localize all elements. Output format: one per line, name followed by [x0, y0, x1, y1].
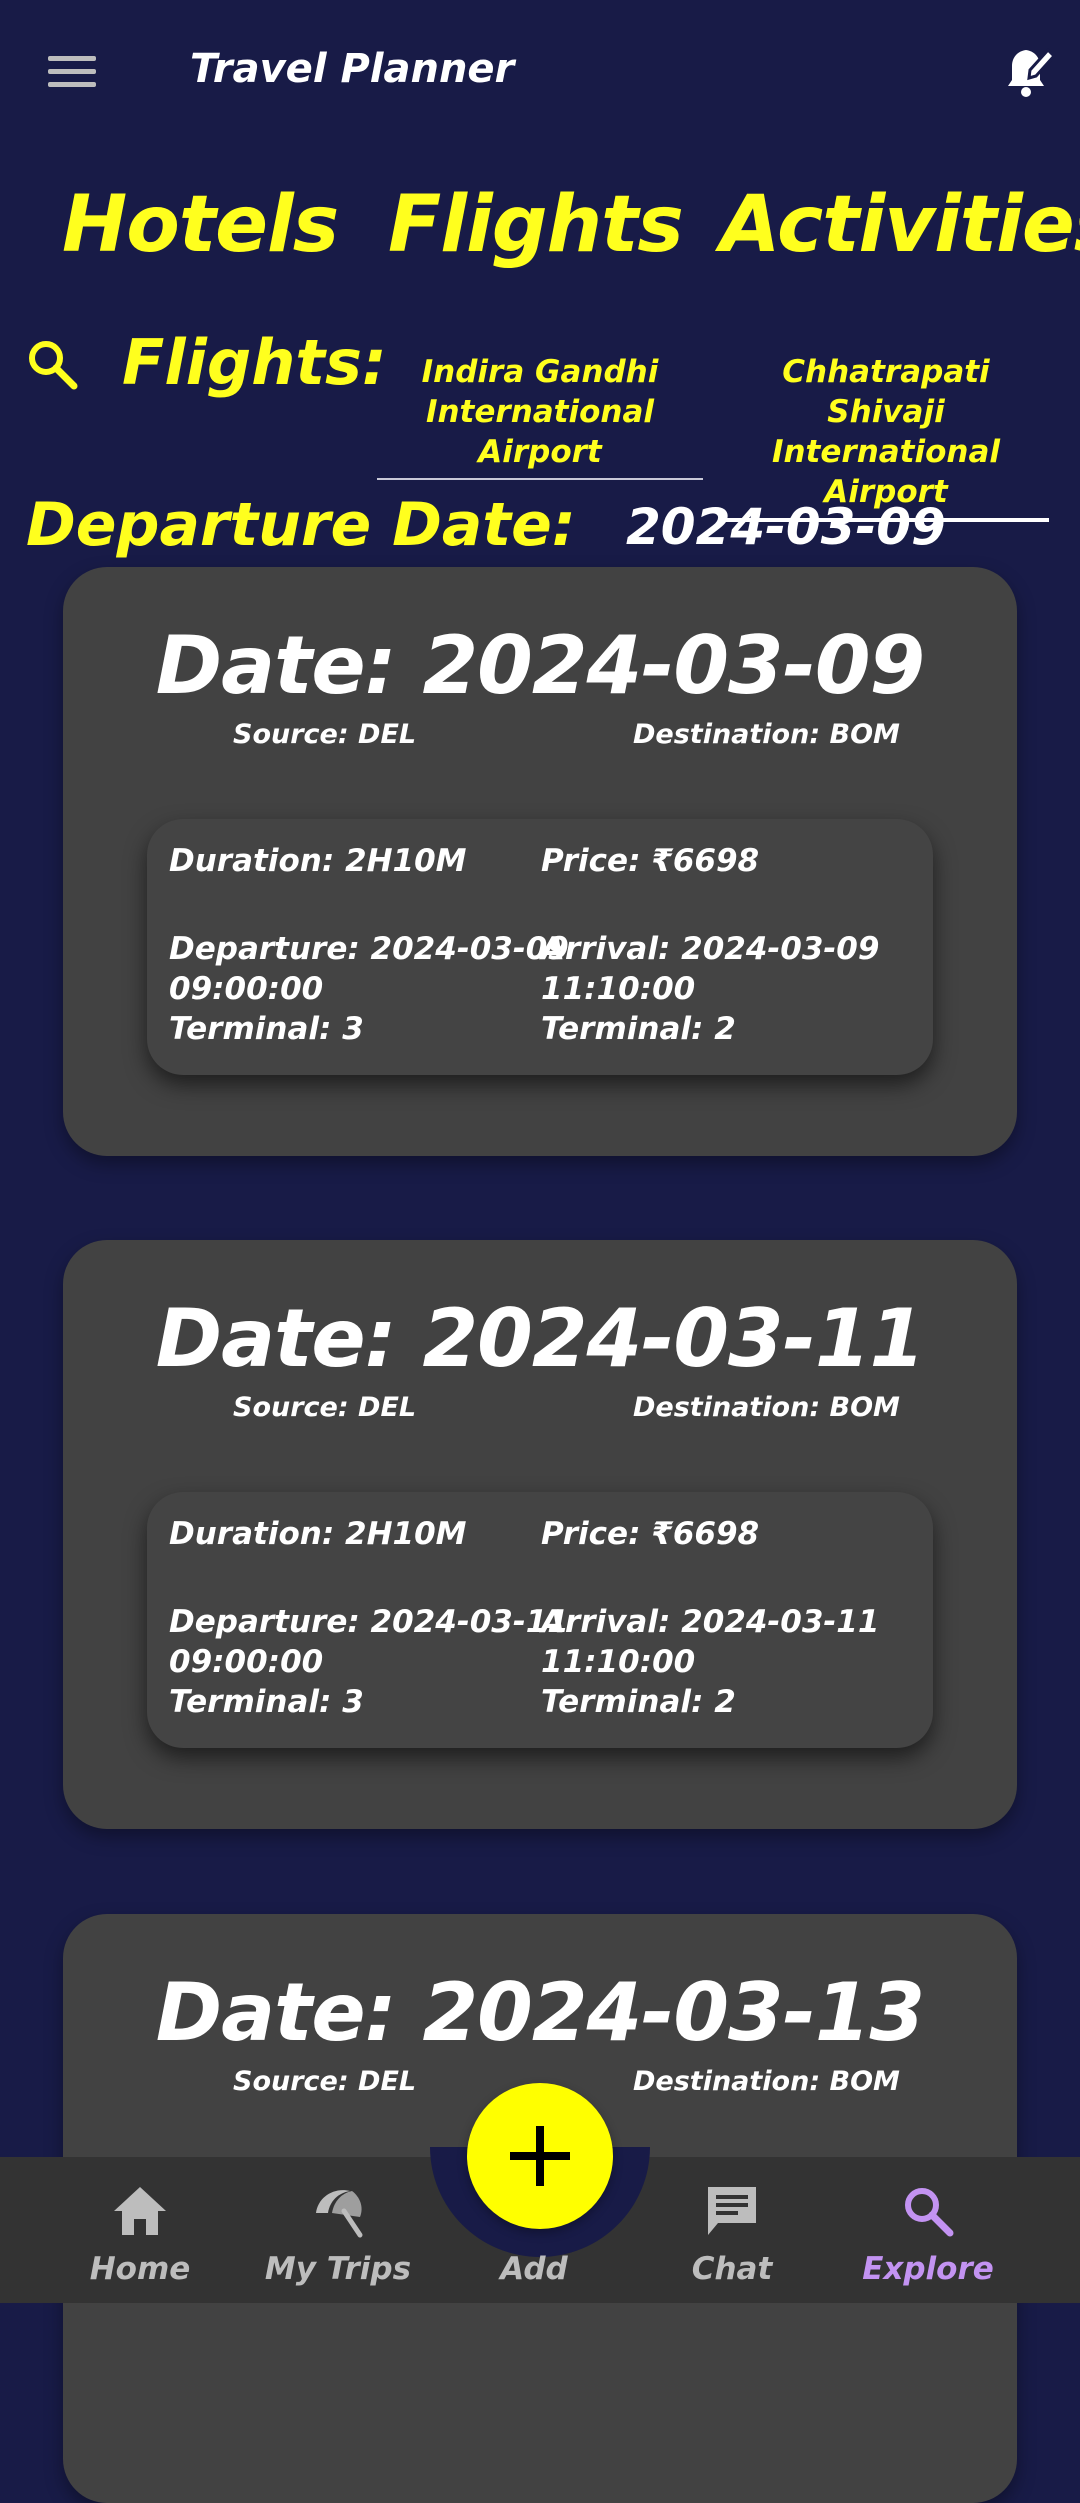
- nav-home[interactable]: Home: [40, 2157, 240, 2303]
- departure-date-label: Departure Date:: [26, 490, 576, 560]
- departure-terminal: Terminal: 3: [169, 1684, 364, 1720]
- flight-duration: Duration: 2H10M: [169, 1516, 467, 1552]
- nav-my-trips[interactable]: My Trips: [238, 2157, 438, 2303]
- flight-card[interactable]: Date: 2024-03-11 Source: DEL Destination…: [63, 1240, 1017, 1829]
- destination-airport-field[interactable]: Chhatrapati Shivaji International Airpor…: [723, 352, 1049, 522]
- flights-label: Flights:: [122, 326, 387, 399]
- flight-date: Date: 2024-03-13: [155, 1966, 925, 2059]
- arrival-terminal: Terminal: 2: [541, 1011, 736, 1047]
- add-fab-button[interactable]: [467, 2083, 613, 2229]
- arrival-terminal: Terminal: 2: [541, 1684, 736, 1720]
- flight-date: Date: 2024-03-09: [155, 619, 925, 712]
- flight-price: Price: ₹6698: [541, 843, 760, 879]
- tab-hotels[interactable]: Hotels: [62, 180, 339, 270]
- hamburger-menu-icon: [48, 56, 96, 61]
- flight-source: Source: DEL: [233, 2066, 417, 2097]
- nav-chat[interactable]: Chat: [632, 2157, 832, 2303]
- flight-destination: Destination: BOM: [633, 2066, 900, 2097]
- search-icon[interactable]: [24, 336, 80, 392]
- flight-details[interactable]: Duration: 2H10M Price: ₹6698 Departure: …: [147, 1492, 933, 1748]
- flight-duration: Duration: 2H10M: [169, 843, 467, 879]
- beach-umbrella-icon: [316, 2190, 363, 2238]
- flight-destination: Destination: BOM: [633, 1392, 900, 1423]
- search-icon: [905, 2188, 954, 2237]
- departure-date-field[interactable]: 2024-03-09: [626, 498, 946, 556]
- flight-arrival: Arrival: 2024-03-09 11:10:00 Terminal: 2: [541, 931, 880, 1047]
- home-icon: [114, 2187, 166, 2235]
- flight-arrival: Arrival: 2024-03-11 11:10:00 Terminal: 2: [541, 1604, 880, 1720]
- departure-terminal: Terminal: 3: [169, 1011, 364, 1047]
- flight-date: Date: 2024-03-11: [155, 1292, 925, 1385]
- plus-icon: [510, 2126, 570, 2186]
- flight-card[interactable]: Date: 2024-03-09 Source: DEL Destination…: [63, 567, 1017, 1156]
- menu-button[interactable]: [44, 50, 100, 94]
- chat-icon: [708, 2187, 756, 2235]
- source-airport-field[interactable]: Indira Gandhi International Airport: [377, 352, 703, 480]
- tab-activities[interactable]: Activities: [720, 180, 1080, 270]
- app-title: Travel Planner: [190, 46, 515, 92]
- flight-source: Source: DEL: [233, 1392, 417, 1423]
- notification-button[interactable]: [996, 40, 1057, 104]
- flight-departure: Departure: 2024-03-11 09:00:00 Terminal:…: [169, 1604, 569, 1720]
- nav-explore[interactable]: Explore: [828, 2157, 1028, 2303]
- notification-bell-edit-icon: [1008, 47, 1057, 97]
- flight-departure: Departure: 2024-03-09 09:00:00 Terminal:…: [169, 931, 569, 1047]
- flight-destination: Destination: BOM: [633, 719, 900, 750]
- flight-details[interactable]: Duration: 2H10M Price: ₹6698 Departure: …: [147, 819, 933, 1075]
- flight-source: Source: DEL: [233, 719, 417, 750]
- flight-price: Price: ₹6698: [541, 1516, 760, 1552]
- tab-flights[interactable]: Flights: [388, 180, 684, 270]
